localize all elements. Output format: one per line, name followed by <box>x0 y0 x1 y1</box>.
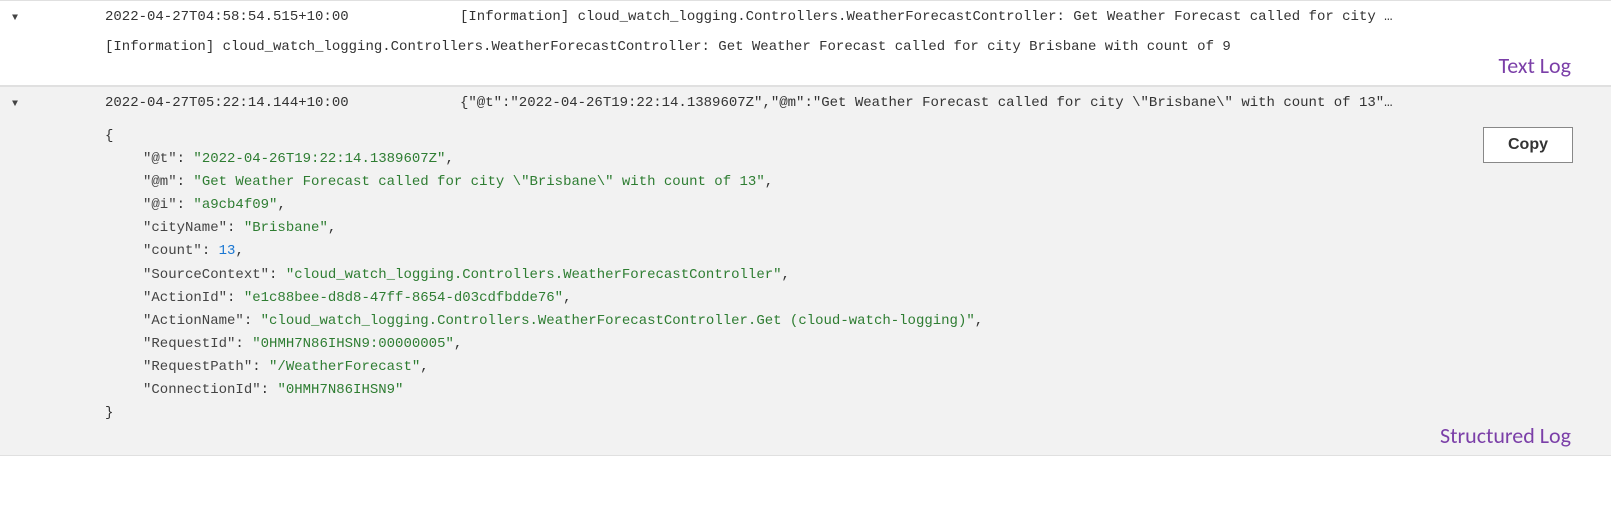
json-field-line: "RequestPath": "/WeatherForecast", <box>105 356 1611 379</box>
json-colon: : <box>227 290 244 306</box>
json-colon: : <box>261 382 278 398</box>
json-colon: : <box>252 359 269 375</box>
log-json-body: { "@t": "2022-04-26T19:22:14.1389607Z","… <box>105 125 1611 425</box>
copy-button[interactable]: Copy <box>1483 127 1573 163</box>
json-comma: , <box>235 243 243 259</box>
json-value: "Get Weather Forecast called for city \"… <box>193 174 764 190</box>
json-colon: : <box>202 243 219 259</box>
json-field-line: "@i": "a9cb4f09", <box>105 194 1611 217</box>
json-comma: , <box>765 174 773 190</box>
json-key: "@m" <box>143 174 177 190</box>
log-message-preview: {"@t":"2022-04-26T19:22:14.1389607Z","@m… <box>400 95 1611 111</box>
json-field-line: "@t": "2022-04-26T19:22:14.1389607Z", <box>105 148 1611 171</box>
json-key: "ActionName" <box>143 313 244 329</box>
json-field-line: "ConnectionId": "0HMH7N86IHSN9" <box>105 379 1611 402</box>
json-close-brace: } <box>105 405 113 421</box>
json-key: "SourceContext" <box>143 267 269 283</box>
json-key: "RequestId" <box>143 336 235 352</box>
log-annotation-label: Text Log <box>1498 52 1571 79</box>
json-colon: : <box>177 174 194 190</box>
json-field-line: "ActionId": "e1c88bee-d8d8-47ff-8654-d03… <box>105 287 1611 310</box>
json-comma: , <box>445 151 453 167</box>
json-colon: : <box>227 220 244 236</box>
json-field-line: "RequestId": "0HMH7N86IHSN9:00000005", <box>105 333 1611 356</box>
json-value: "2022-04-26T19:22:14.1389607Z" <box>193 151 445 167</box>
json-value: "e1c88bee-d8d8-47ff-8654-d03cdfbdde76" <box>244 290 563 306</box>
json-key: "cityName" <box>143 220 227 236</box>
json-key: "ConnectionId" <box>143 382 261 398</box>
json-value: "cloud_watch_logging.Controllers.Weather… <box>286 267 782 283</box>
log-message-preview: [Information] cloud_watch_logging.Contro… <box>400 9 1611 25</box>
json-field-line: "@m": "Get Weather Forecast called for c… <box>105 171 1611 194</box>
json-key: "count" <box>143 243 202 259</box>
json-colon: : <box>235 336 252 352</box>
log-summary-row[interactable]: ▼ 2022-04-27T05:22:14.144+10:00 {"@t":"2… <box>0 87 1611 119</box>
json-value: "0HMH7N86IHSN9:00000005" <box>252 336 454 352</box>
json-field-line: "cityName": "Brisbane", <box>105 217 1611 240</box>
log-summary-row[interactable]: ▼ 2022-04-27T04:58:54.515+10:00 [Informa… <box>0 1 1611 33</box>
json-colon: : <box>177 197 194 213</box>
json-value: "0HMH7N86IHSN9" <box>277 382 403 398</box>
json-key: "RequestPath" <box>143 359 252 375</box>
json-comma: , <box>328 220 336 236</box>
log-full-text: [Information] cloud_watch_logging.Contro… <box>105 39 1611 55</box>
log-timestamp: 2022-04-27T04:58:54.515+10:00 <box>30 9 400 25</box>
json-value: "/WeatherForecast" <box>269 359 420 375</box>
json-comma: , <box>782 267 790 283</box>
log-expanded-body: Copy { "@t": "2022-04-26T19:22:14.138960… <box>0 119 1611 455</box>
collapse-arrow-icon[interactable]: ▼ <box>0 97 30 110</box>
json-value: "cloud_watch_logging.Controllers.Weather… <box>261 313 975 329</box>
json-value: "Brisbane" <box>244 220 328 236</box>
log-entry: ▼ 2022-04-27T04:58:54.515+10:00 [Informa… <box>0 0 1611 86</box>
json-comma: , <box>563 290 571 306</box>
log-expanded-body: [Information] cloud_watch_logging.Contro… <box>0 33 1611 85</box>
json-field-line: "SourceContext": "cloud_watch_logging.Co… <box>105 264 1611 287</box>
json-key: "ActionId" <box>143 290 227 306</box>
json-colon: : <box>244 313 261 329</box>
json-comma: , <box>975 313 983 329</box>
json-colon: : <box>177 151 194 167</box>
json-value: 13 <box>219 243 236 259</box>
json-key: "@i" <box>143 197 177 213</box>
json-key: "@t" <box>143 151 177 167</box>
json-open-brace: { <box>105 128 113 144</box>
json-comma: , <box>277 197 285 213</box>
log-annotation-label: Structured Log <box>1440 422 1571 449</box>
log-entry: ▼ 2022-04-27T05:22:14.144+10:00 {"@t":"2… <box>0 86 1611 456</box>
json-field-line: "count": 13, <box>105 240 1611 263</box>
collapse-arrow-icon[interactable]: ▼ <box>0 11 30 24</box>
log-timestamp: 2022-04-27T05:22:14.144+10:00 <box>30 95 400 111</box>
json-comma: , <box>420 359 428 375</box>
json-field-line: "ActionName": "cloud_watch_logging.Contr… <box>105 310 1611 333</box>
json-value: "a9cb4f09" <box>193 197 277 213</box>
json-comma: , <box>454 336 462 352</box>
json-colon: : <box>269 267 286 283</box>
